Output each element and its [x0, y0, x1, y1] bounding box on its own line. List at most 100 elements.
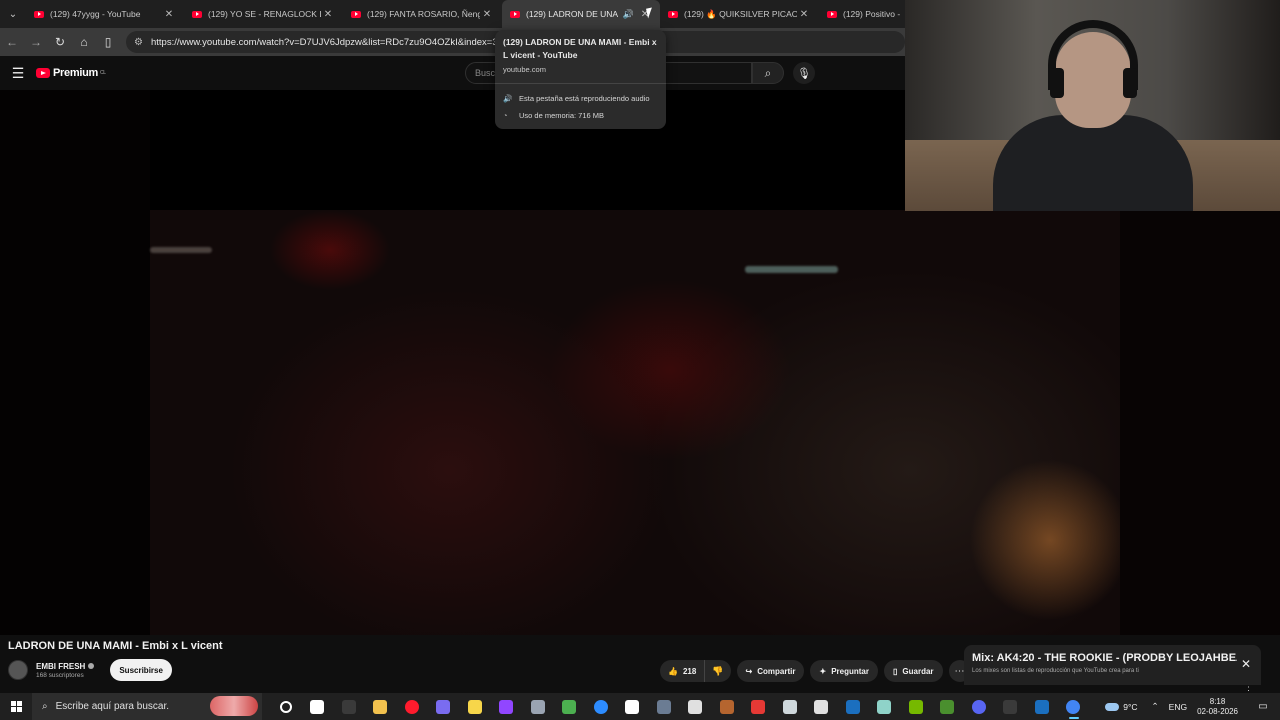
dislike-button[interactable]: 👎 [705, 660, 730, 682]
app-glyph [341, 699, 356, 714]
subscribe-button[interactable]: Suscribirse [110, 659, 172, 681]
thumbs-down-icon: 👎 [712, 665, 724, 676]
notepad-icon[interactable] [869, 693, 901, 720]
channel-avatar[interactable] [8, 660, 28, 680]
ask-button[interactable]: ✦ Preguntar [810, 660, 878, 682]
g-app-icon[interactable] [806, 693, 838, 720]
green-app-icon[interactable] [554, 693, 586, 720]
cloud-icon [1105, 702, 1120, 711]
steam-icon[interactable] [1026, 693, 1058, 720]
app-grid-icon[interactable] [522, 693, 554, 720]
notifications-icon[interactable]: ▭ [1252, 701, 1274, 712]
app-glyph [279, 700, 292, 713]
tab-close-icon[interactable]: ✕ [162, 9, 176, 20]
speaker-icon[interactable]: 🔊 [623, 9, 634, 20]
browser-toolbar: ← → ↻ ⌂ ▯ ⚙ https://www.youtube.com/watc… [0, 28, 905, 56]
chrome-icon[interactable] [1058, 693, 1090, 720]
home-icon[interactable]: ⌂ [72, 28, 96, 56]
headphone-cup [1123, 68, 1137, 98]
blank-app-icon[interactable] [333, 693, 365, 720]
app-glyph [467, 699, 482, 714]
twitch-icon[interactable] [491, 693, 523, 720]
save-label: Guardar [902, 666, 934, 676]
tab[interactable]: (129) FANTA ROSARIO, Ñengo ✕ [343, 0, 502, 28]
tab-title: (129) Positivo - Yo [843, 9, 901, 19]
windows-start-icon[interactable] [0, 693, 32, 720]
microphone-icon[interactable]: 🎙 [793, 62, 815, 84]
system-tray: 9°C ⌃ ENG 8:18 02-08-2026 ▭ [1105, 693, 1280, 720]
clock[interactable]: 8:18 02-08-2026 [1197, 697, 1238, 717]
tab[interactable]: (129) Positivo - Yo [819, 0, 909, 28]
minecraft-icon[interactable] [932, 693, 964, 720]
tab-title: (129) LADRON DE UNA MA [526, 9, 619, 19]
youtube-premium-logo[interactable]: Premium CL [36, 67, 106, 79]
mix-title: Mix: AK4:20 - THE ROOKIE - (PRODBY LEOJA… [972, 652, 1237, 664]
opera-icon[interactable] [396, 693, 428, 720]
youtube-favicon-icon [192, 10, 202, 18]
cortana-icon[interactable] [270, 693, 302, 720]
sparkle-icon: ✦ [819, 666, 827, 676]
close-icon[interactable]: ✕ [1241, 657, 1251, 671]
show-hidden-icons-icon[interactable]: ⌃ [1152, 701, 1159, 712]
media-app-icon[interactable] [711, 693, 743, 720]
reload-icon[interactable]: ↻ [48, 28, 72, 56]
like-dislike-group: 👍 218 👎 [660, 660, 731, 682]
tab-close-icon[interactable]: ✕ [797, 9, 811, 20]
tab[interactable]: (129) 🔥 QUIKSILVER PICAO A C ✕ [660, 0, 819, 28]
nvidia-icon[interactable] [900, 693, 932, 720]
forward-icon[interactable]: → [24, 28, 48, 56]
app-glyph [436, 699, 451, 714]
menu-icon[interactable]: ☰ [0, 65, 36, 82]
taskbar-search-input[interactable]: ⌕ Escribe aquí para buscar. [32, 693, 262, 720]
app-glyph [625, 699, 640, 714]
mix-playlist-panel[interactable]: Mix: AK4:20 - THE ROOKIE - (PRODBY LEOJA… [964, 645, 1261, 695]
language-indicator[interactable]: ENG [1169, 702, 1187, 712]
app-glyph [782, 699, 797, 714]
file-explorer-icon[interactable] [365, 693, 397, 720]
tab-close-icon[interactable]: ✕ [480, 9, 494, 20]
split-view-icon[interactable]: ▯ [96, 28, 120, 56]
channel-name[interactable]: EMBI FRESH [36, 662, 85, 671]
youtube-favicon-icon [668, 10, 678, 18]
tab[interactable]: (129) YO SE - RENAGLOCK LAM ✕ [184, 0, 343, 28]
video-title: LADRON DE UNA MAMI - Embi x L vicent [8, 640, 223, 652]
red-app-icon[interactable] [743, 693, 775, 720]
tab-title: (129) 47yygg - YouTube [50, 9, 141, 19]
zoom-icon[interactable] [585, 693, 617, 720]
weather-widget[interactable]: 9°C [1105, 702, 1138, 712]
steam-like-icon[interactable] [837, 693, 869, 720]
tab-close-icon[interactable]: ✕ [321, 9, 335, 20]
discord-icon[interactable] [963, 693, 995, 720]
tab[interactable]: (129) 47yygg - YouTube ✕ [26, 0, 184, 28]
youtube-favicon-icon [34, 10, 44, 18]
share-icon: ↪ [745, 666, 753, 676]
obs-icon[interactable] [995, 693, 1027, 720]
cube-app-icon[interactable] [774, 693, 806, 720]
channel-row: EMBI FRESH 168 suscriptores Suscribirse [8, 659, 172, 681]
tab-active[interactable]: (129) LADRON DE UNA MA 🔊 ✕ [502, 0, 660, 28]
windows-taskbar: ⌕ Escribe aquí para buscar. 9°C ⌃ ENG 8:… [0, 693, 1280, 720]
settings-gear-icon[interactable] [680, 693, 712, 720]
sticky-notes-icon[interactable] [459, 693, 491, 720]
app-glyph [404, 699, 419, 714]
back-icon[interactable]: ← [0, 28, 24, 56]
site-settings-icon[interactable]: ⚙ [134, 37, 143, 48]
cheat-engine-icon[interactable] [648, 693, 680, 720]
search-icon[interactable]: ⌕ [752, 62, 784, 84]
share-button[interactable]: ↪ Compartir [736, 660, 805, 682]
ask-label: Preguntar [831, 666, 869, 676]
like-button[interactable]: 👍 218 [660, 660, 706, 682]
webcam-overlay [905, 0, 1280, 211]
memory-usage-text: Uso de memoria: 716 MB [519, 111, 605, 120]
save-button[interactable]: ▯ Guardar [883, 660, 943, 682]
app-glyph [814, 699, 829, 714]
copilot-icon[interactable] [428, 693, 460, 720]
task-view-icon[interactable] [302, 693, 334, 720]
tab-title: (129) YO SE - RENAGLOCK LAM [208, 9, 321, 19]
channel-name-row[interactable]: EMBI FRESH [36, 662, 95, 671]
capcut-icon[interactable] [617, 693, 649, 720]
tab-search-chevron-icon[interactable]: ⌄ [0, 0, 26, 28]
app-glyph [1066, 699, 1081, 714]
app-glyph [845, 699, 860, 714]
channel-info: EMBI FRESH 168 suscriptores [36, 662, 95, 679]
